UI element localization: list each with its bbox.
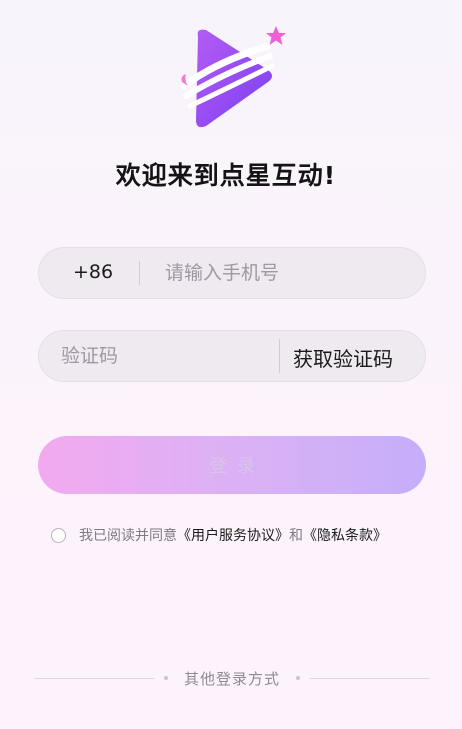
right-divider-dot [296,676,300,680]
right-divider-line [310,678,430,679]
agreement-row: 我已阅读并同意 《用户服务协议》 和 《隐私条款》 [51,525,387,545]
get-code-button[interactable]: 获取验证码 [293,343,393,372]
verification-code-input[interactable] [61,331,271,381]
welcome-title: 欢迎来到点星互动! [115,161,337,190]
agreement-conjunction: 和 [289,528,303,544]
phone-field[interactable]: +86 [38,247,426,299]
code-field-divider [279,339,280,373]
other-login-section: 其他登录方式 [34,668,430,688]
privacy-policy-link[interactable]: 《隐私条款》 [303,525,387,545]
app-logo-icon [176,22,288,134]
agreement-prefix: 我已阅读并同意 [79,528,177,544]
phone-field-divider [139,261,140,285]
circle-checkbox-icon[interactable] [51,527,66,543]
country-code-selector[interactable]: +86 [73,261,113,283]
phone-input[interactable] [165,248,415,298]
login-button[interactable]: 登录 [38,436,426,494]
user-agreement-link[interactable]: 《用户服务协议》 [177,525,289,545]
code-field[interactable]: 获取验证码 [38,330,426,382]
